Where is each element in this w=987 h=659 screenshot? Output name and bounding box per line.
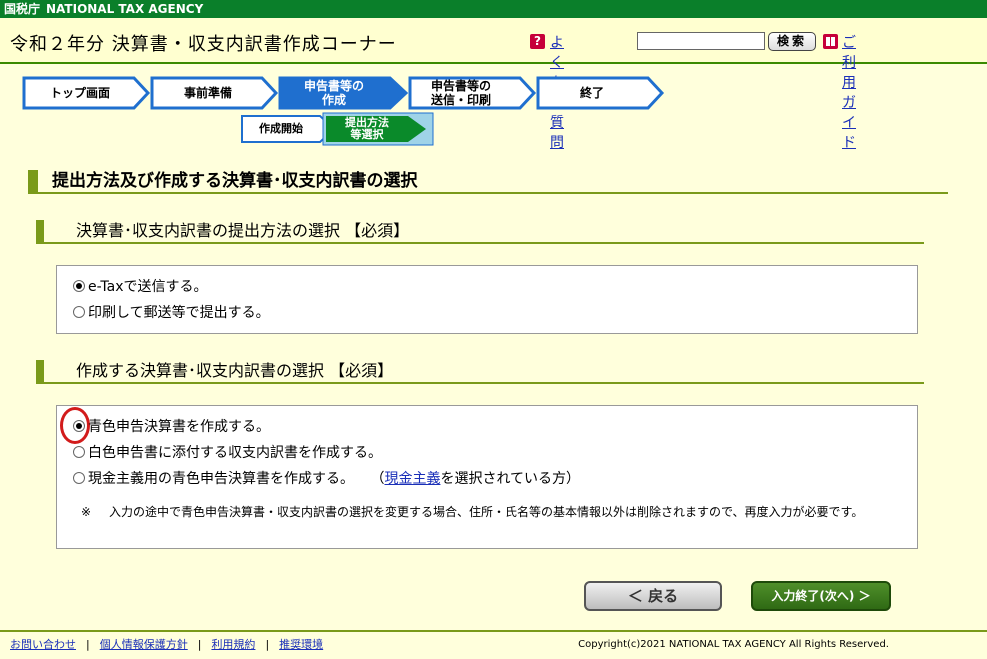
header-tools: ? よくある質問 検索 ご利用ガイド xyxy=(530,32,856,151)
copyright: Copyright(c)2021 NATIONAL TAX AGENCY All… xyxy=(578,639,889,650)
substep-label: 作成開始 xyxy=(259,122,303,135)
option-label: 印刷して郵送等で提出する。 xyxy=(88,305,270,321)
substep-label: 提出方法 等選択 xyxy=(345,116,389,141)
guide-book-icon[interactable] xyxy=(823,34,838,49)
step-send-print: 申告書等の 送信・印刷 xyxy=(408,76,538,110)
main-section-title: 提出方法及び作成する決算書･収支内訳書の選択 xyxy=(28,170,948,194)
agency-name-en: NATIONAL TAX AGENCY xyxy=(46,2,204,16)
agency-banner: 国税庁 NATIONAL TAX AGENCY xyxy=(0,0,987,18)
substep-submission-method: 提出方法 等選択 xyxy=(322,112,434,146)
agency-name-jp: 国税庁 xyxy=(4,2,41,16)
radio-cash-basis[interactable] xyxy=(73,472,85,484)
note-mark: ※ xyxy=(81,505,92,519)
step-preparation: 事前準備 xyxy=(150,76,280,110)
step-label: 事前準備 xyxy=(183,86,232,100)
option-label: 白色申告書に添付する収支内訳書を作成する。 xyxy=(88,445,382,461)
header: 令和２年分 決算書・収支内訳書作成コーナー ? よくある質問 検索 ご利用ガイド xyxy=(0,18,987,151)
step-label: 申告書等の 送信・印刷 xyxy=(430,79,491,107)
question-icon[interactable]: ? xyxy=(530,34,545,49)
option-label: 現金主義用の青色申告決算書を作成する。 xyxy=(88,471,354,487)
radio-print-mail[interactable] xyxy=(73,306,85,318)
footer: お問い合わせ | 個人情報保護方針 | 利用規約 | 推奨環境 Copyright(c)20… xyxy=(0,630,987,659)
step-label: トップ画面 xyxy=(49,86,110,100)
option-print-mail[interactable]: 印刷して郵送等で提出する。 xyxy=(73,303,270,323)
cash-note-close: を選択されている方） xyxy=(440,471,581,487)
option-label: 青色申告決算書を作成する。 xyxy=(88,419,270,435)
back-button[interactable]: ＜ 戻る xyxy=(584,581,722,611)
page-title: 令和２年分 決算書・収支内訳書作成コーナー xyxy=(10,34,397,55)
privacy-link[interactable]: 個人情報保護方針 xyxy=(100,638,188,651)
radio-etax[interactable] xyxy=(73,280,85,292)
submission-method-title: 決算書･収支内訳書の提出方法の選択 【必須】 xyxy=(36,220,924,244)
document-selection-box: 青色申告決算書を作成する。 白色申告書に添付する収支内訳書を作成する。 現金主義… xyxy=(56,405,918,549)
cash-basis-link[interactable]: 現金主義 xyxy=(384,471,440,487)
radio-white-statement[interactable] xyxy=(73,446,85,458)
step-create: 申告書等の 作成 xyxy=(278,76,410,110)
option-cash-basis[interactable]: 現金主義用の青色申告決算書を作成する。 （現金主義を選択されている方） xyxy=(73,469,580,489)
environment-link[interactable]: 推奨環境 xyxy=(279,638,323,651)
terms-link[interactable]: 利用規約 xyxy=(211,638,255,651)
document-selection-title: 作成する決算書･収支内訳書の選択 【必須】 xyxy=(36,360,924,384)
radio-blue-return[interactable] xyxy=(73,420,85,432)
search-input[interactable] xyxy=(637,32,765,50)
option-label: e-Taxで送信する。 xyxy=(88,279,208,295)
option-white-statement[interactable]: 白色申告書に添付する収支内訳書を作成する。 xyxy=(73,443,382,463)
step-label: 申告書等の 作成 xyxy=(303,79,364,107)
option-blue-return[interactable]: 青色申告決算書を作成する。 xyxy=(73,417,270,437)
search-button[interactable]: 検索 xyxy=(768,32,816,51)
submission-method-box: e-Taxで送信する。 印刷して郵送等で提出する。 xyxy=(56,265,918,334)
cash-note-open: （ xyxy=(370,471,385,487)
contact-link[interactable]: お問い合わせ xyxy=(10,638,76,651)
step-finish: 終了 xyxy=(536,76,666,110)
next-button[interactable]: 入力終了(次へ) ＞ xyxy=(751,581,891,611)
step-top: トップ画面 xyxy=(22,76,152,110)
step-label: 終了 xyxy=(579,86,604,100)
option-etax[interactable]: e-Taxで送信する。 xyxy=(73,277,207,297)
note-text: 入力の途中で青色申告決算書・収支内訳書の選択を変更する場合、住所・氏名等の基本情… xyxy=(109,505,864,519)
footer-links: お問い合わせ | 個人情報保護方針 | 利用規約 | 推奨環境 xyxy=(10,638,324,651)
user-guide-link[interactable]: ご利用ガイド xyxy=(842,32,856,152)
